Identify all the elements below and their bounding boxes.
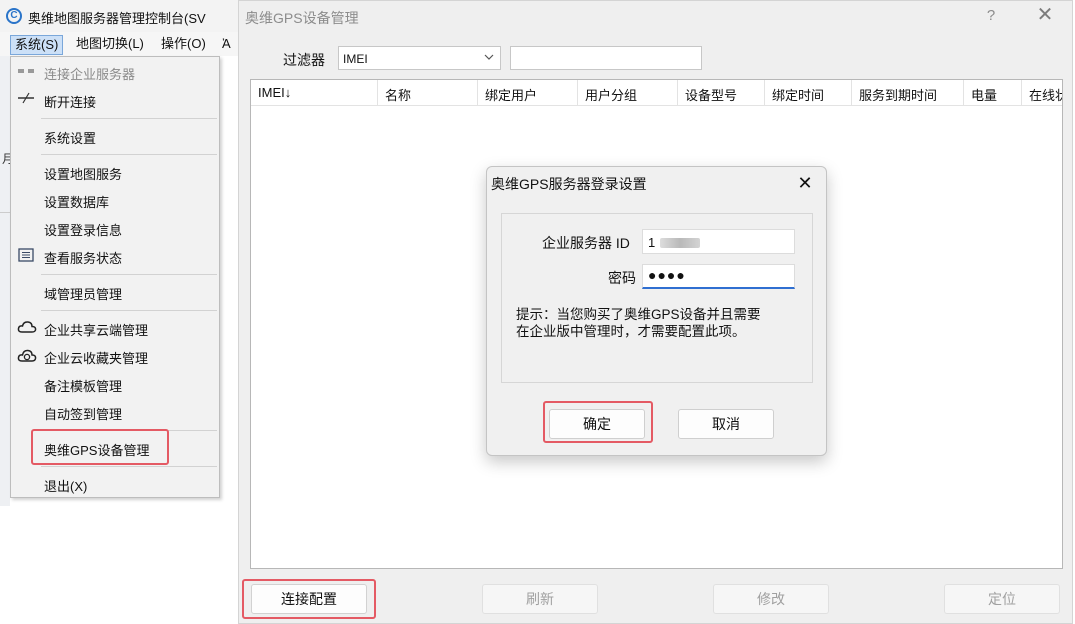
menu-item-label: 退出(X) (44, 479, 88, 494)
cloud-sync-icon (17, 348, 37, 364)
menu-item-label: 设置登录信息 (44, 223, 123, 238)
password-value: ●●●● (648, 267, 686, 283)
menu-item-system-settings[interactable]: 系统设置 (11, 124, 219, 148)
highlight-box-ok (543, 401, 653, 443)
disconnect-icon (17, 92, 35, 108)
menu-item-auto-checkin[interactable]: 自动签到管理 (11, 400, 219, 424)
column-header-bound-user[interactable]: 绑定用户 (478, 80, 578, 106)
cloud-icon (17, 320, 37, 336)
redacted-text (660, 238, 700, 248)
filter-input[interactable] (510, 46, 702, 70)
list-icon (17, 248, 35, 264)
dialog-title: 奥维GPS服务器登录设置 (491, 176, 647, 192)
menu-item-label: 系统设置 (44, 131, 97, 146)
menu-item-label: 查看服务状态 (44, 251, 123, 266)
menu-item-disconnect[interactable]: 断开连接 (11, 88, 219, 112)
connect-icon (17, 64, 35, 80)
close-icon[interactable]: ✕ (792, 170, 818, 196)
divider (0, 212, 10, 213)
menu-item-cloud-favorites[interactable]: 企业云收藏夹管理 (11, 344, 219, 368)
column-header-name[interactable]: 名称 (378, 80, 478, 106)
menu-item-label: 设置地图服务 (44, 167, 123, 182)
menu-item-connect-server[interactable]: 连接企业服务器 (11, 60, 219, 84)
filter-select[interactable]: IMEI (338, 46, 501, 70)
password-label: 密码 (608, 270, 636, 286)
menu-separator (41, 154, 217, 155)
app-workspace: 月 (0, 56, 14, 506)
menu-item-exit[interactable]: 退出(X) (11, 472, 219, 496)
menu-item-service-status[interactable]: 查看服务状态 (11, 244, 219, 268)
locate-button[interactable]: 定位 (944, 584, 1060, 614)
app-title-bar: C 奥维地图服务器管理控制台(SV (0, 0, 238, 32)
menu-operation[interactable]: 操作(O) (157, 35, 210, 55)
menu-system[interactable]: 系统(S) (10, 35, 64, 55)
menu-item-login-info[interactable]: 设置登录信息 (11, 216, 219, 240)
password-input[interactable]: ●●●● (642, 264, 795, 289)
window-title: 奥维GPS设备管理 (245, 10, 359, 26)
refresh-button[interactable]: 刷新 (482, 584, 598, 614)
menu-item-label: 备注模板管理 (44, 379, 123, 394)
menu-separator (41, 310, 217, 311)
menu-item-label: 设置数据库 (44, 195, 110, 210)
menu-separator (41, 118, 217, 119)
app-logo-icon: C (6, 8, 22, 24)
column-header-battery[interactable]: 电量 (964, 80, 1022, 106)
menu-item-database[interactable]: 设置数据库 (11, 188, 219, 212)
hint-text: 提示：当您购买了奥维GPS设备并且需要 在企业版中管理时，才需要配置此项。 (516, 307, 761, 339)
server-id-input[interactable]: 1 (642, 229, 795, 254)
system-dropdown-menu: 连接企业服务器 断开连接 系统设置 设置地图服务 设置数据库 设置登录信息 查看… (10, 56, 220, 498)
menu-item-shared-cloud[interactable]: 企业共享云端管理 (11, 316, 219, 340)
menu-item-domain-admin[interactable]: 域管理员管理 (11, 280, 219, 304)
menu-item-label: 连接企业服务器 (44, 67, 136, 82)
menu-item-label: 域管理员管理 (44, 287, 123, 302)
menu-map-switch[interactable]: 地图切换(L) (72, 35, 148, 55)
menu-item-label: 企业共享云端管理 (44, 323, 149, 338)
column-header-online-status[interactable]: 在线状 (1022, 80, 1062, 106)
gps-login-settings-dialog: 奥维GPS服务器登录设置 ✕ 企业服务器 ID 1 密码 ●●●● 提示：当您购… (486, 166, 827, 456)
highlight-box-gps-menu (31, 429, 169, 465)
menu-item-label: 自动签到管理 (44, 407, 123, 422)
settings-group-box: 企业服务器 ID 1 密码 ●●●● 提示：当您购买了奥维GPS设备并且需要 在… (501, 213, 813, 383)
chevron-down-icon (484, 50, 494, 67)
filter-label: 过滤器 (283, 52, 325, 68)
server-id-label: 企业服务器 ID (542, 235, 630, 251)
server-id-value: 1 (648, 235, 656, 250)
app-title: 奥维地图服务器管理控制台(SV (28, 11, 206, 26)
close-icon[interactable]: ✕ (1034, 5, 1056, 27)
column-header-device-model[interactable]: 设备型号 (678, 80, 765, 106)
menu-item-note-templates[interactable]: 备注模板管理 (11, 372, 219, 396)
menu-item-label: 断开连接 (44, 95, 97, 110)
menu-separator (41, 274, 217, 275)
menu-more[interactable]: Ἀ (218, 35, 235, 55)
column-header-bind-time[interactable]: 绑定时间 (765, 80, 852, 106)
cancel-button[interactable]: 取消 (678, 409, 774, 439)
filter-select-value: IMEI (343, 52, 368, 66)
modify-button[interactable]: 修改 (713, 584, 829, 614)
highlight-box-connect-config (242, 579, 376, 619)
app-menu-bar: 系统(S) 地图切换(L) 操作(O) Ἀ (0, 32, 238, 56)
menu-item-label: 企业云收藏夹管理 (44, 351, 149, 366)
column-header-service-expiry[interactable]: 服务到期时间 (852, 80, 964, 106)
column-header-imei[interactable]: IMEI↓ (251, 80, 378, 106)
menu-item-map-service[interactable]: 设置地图服务 (11, 160, 219, 184)
menu-separator (41, 466, 217, 467)
table-header: IMEI↓ 名称 绑定用户 用户分组 设备型号 绑定时间 服务到期时间 电量 在… (251, 80, 1062, 106)
help-icon[interactable]: ? (981, 7, 1001, 27)
column-header-user-group[interactable]: 用户分组 (578, 80, 678, 106)
